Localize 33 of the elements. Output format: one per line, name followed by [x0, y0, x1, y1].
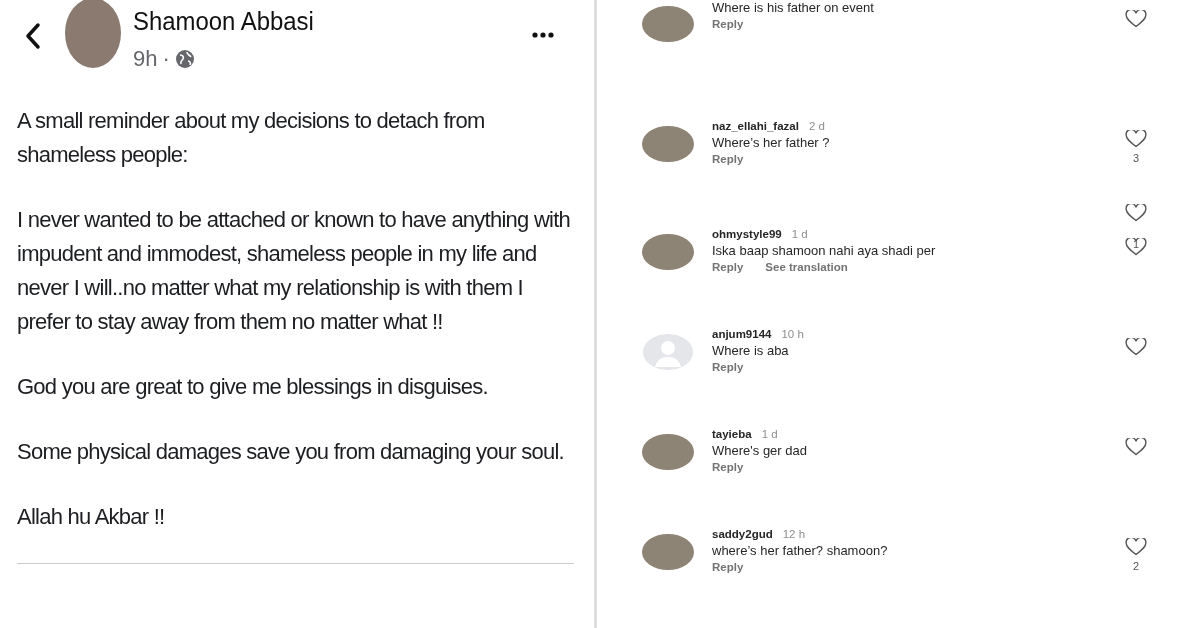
post-paragraph: I never wanted to be attached or known to have anything with impudent and immodest, shameless people in my life and never I will..no matter what my relationship is with them I prefer to stay away from them no matter what !! [17, 206, 572, 336]
comment-age: 1 d [791, 228, 808, 240]
username[interactable]: ohmystyle99 [712, 228, 782, 240]
username[interactable]: anjum9144 [712, 328, 772, 340]
post-time: 9h [133, 46, 158, 72]
comment-text: Where is his father on event [712, 0, 875, 15]
post-paragraph: Some physical damages save you from damaging your soul. [17, 438, 565, 466]
username[interactable]: naz_ellahi_fazal [712, 120, 799, 132]
comment-age: 10 h [781, 328, 804, 340]
comment-action-link[interactable]: Reply [712, 461, 744, 473]
comment-action-link[interactable]: Reply [712, 561, 744, 573]
comment-text: Where is aba [712, 343, 790, 358]
comment-text: Where’s her father ? [712, 135, 831, 150]
comment-text: Where's ger dad [712, 443, 808, 458]
post-paragraph: Allah hu Akbar !! [17, 503, 166, 531]
author-name[interactable]: Shamoon Abbasi [133, 6, 501, 37]
comment-action-link[interactable]: See translation [765, 261, 848, 273]
comment-age: 1 d [761, 428, 778, 440]
comment-action-link[interactable]: Reply [712, 18, 744, 30]
comment-age: 2 d [808, 120, 825, 132]
comment-action-link[interactable]: Reply [712, 261, 744, 273]
comment-age: 12 h [782, 528, 806, 540]
separator-dot: · [162, 46, 170, 72]
comment-action-link[interactable]: Reply [712, 153, 744, 165]
like-count: 2 [1132, 560, 1140, 572]
post-paragraph: A small reminder about my decisions to detach from shameless people: [17, 107, 486, 169]
username[interactable]: saddy2gud [712, 528, 773, 540]
comment-action-link[interactable]: Reply [712, 361, 744, 373]
comment-text: where’s her father? shamoon? [712, 543, 889, 558]
comment-text: Iska baap shamoon nahi aya shadi per [712, 243, 937, 258]
like-count: 3 [1132, 152, 1140, 164]
post-paragraph: God you are great to give me blessings in disguises. [17, 373, 489, 401]
username[interactable]: tayieba [712, 428, 752, 440]
